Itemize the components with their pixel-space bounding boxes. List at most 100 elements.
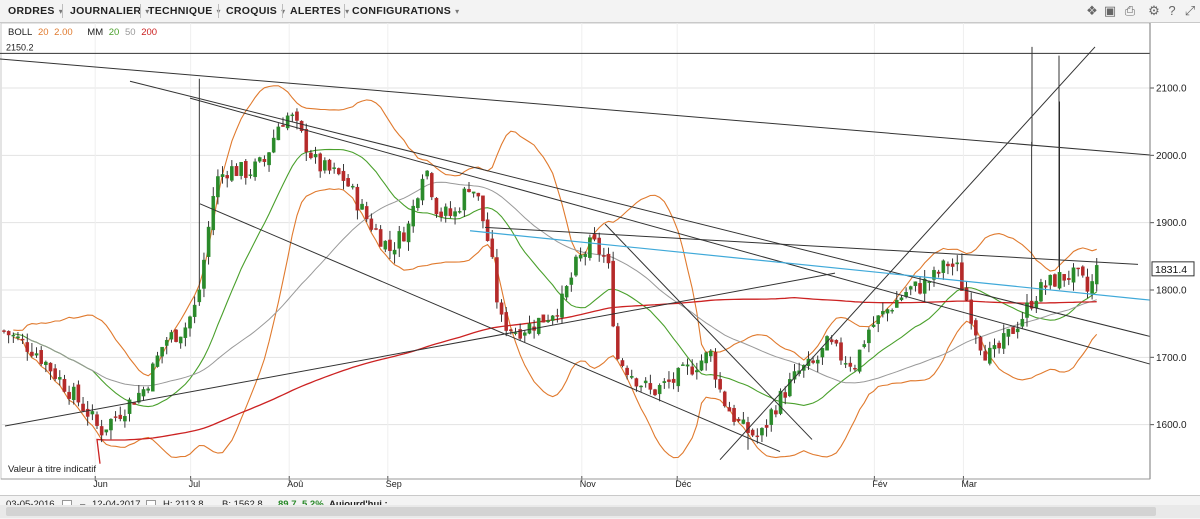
candle-up xyxy=(150,363,155,392)
menu-divider xyxy=(62,4,63,18)
candle-up xyxy=(290,114,295,117)
image-icon[interactable]: ▣ xyxy=(1102,3,1118,19)
fullscreen-icon[interactable]: ⤢ xyxy=(1182,3,1198,19)
chart-scrollbar[interactable] xyxy=(0,505,1200,518)
candle-up xyxy=(899,297,904,301)
scrollbar-thumb[interactable] xyxy=(6,507,1156,516)
candle-down xyxy=(439,211,443,217)
candle-up xyxy=(643,380,648,384)
candle-down xyxy=(839,342,843,361)
candle-down xyxy=(722,391,727,407)
candle-up xyxy=(453,211,457,217)
menu-label: CROQUIS xyxy=(226,5,278,17)
help-icon[interactable]: ? xyxy=(1164,3,1180,19)
candle-up xyxy=(629,376,634,378)
menu-label: ORDRES xyxy=(8,5,55,17)
candle-down xyxy=(374,228,378,230)
candle-down xyxy=(1053,274,1057,287)
candle-up xyxy=(267,152,271,166)
candle-up xyxy=(988,347,992,364)
candle-up xyxy=(397,231,402,249)
candle-down xyxy=(388,239,392,251)
candle-down xyxy=(467,188,471,193)
candle-up xyxy=(550,315,555,321)
price-chart[interactable]: 2100.0 2000.0 1900.0 1800.0 1700.0 1600.0 2150… xyxy=(0,23,1200,495)
candle-up xyxy=(239,162,243,176)
candle-up xyxy=(178,336,183,344)
menu-technique[interactable]: TECHNIQUE▾ xyxy=(148,0,221,22)
menu-alertes[interactable]: ALERTES ▾ xyxy=(290,0,349,22)
drawn-trendlines[interactable] xyxy=(0,46,1151,460)
candle-down xyxy=(355,186,360,211)
menu-journalier[interactable]: JOURNALIER ▾ xyxy=(70,0,150,22)
menu-ordres[interactable]: ORDRES ▾ xyxy=(8,0,63,22)
candle-down xyxy=(541,314,546,323)
candle-down xyxy=(20,338,25,341)
mm50-line xyxy=(27,181,1097,387)
menu-croquis[interactable]: CROQUIS ▾ xyxy=(226,0,285,22)
candle-down xyxy=(495,257,499,303)
candle-up xyxy=(1015,328,1020,333)
candle-up xyxy=(876,315,880,324)
trendline xyxy=(129,80,1151,337)
candle-up xyxy=(867,329,871,344)
candle-up xyxy=(211,196,216,231)
candle-down xyxy=(337,168,341,175)
candle-up xyxy=(578,254,583,259)
gear-icon[interactable]: ⚙ xyxy=(1146,3,1162,19)
candle-down xyxy=(1067,278,1071,280)
candle-down xyxy=(974,320,978,336)
trendline xyxy=(199,203,781,453)
candle-up xyxy=(471,191,476,194)
candle-down xyxy=(713,352,718,380)
candle-down xyxy=(2,330,6,332)
candle-down xyxy=(611,260,615,327)
candle-down xyxy=(690,366,694,375)
candle-up xyxy=(411,205,416,227)
candle-down xyxy=(1080,266,1085,276)
candle-up xyxy=(913,281,918,287)
candle-down xyxy=(764,425,769,428)
candle-down xyxy=(369,218,374,230)
menu-configurations[interactable]: CONFIGURATIONS ▾ xyxy=(352,0,459,22)
candle-down xyxy=(634,378,639,387)
candle-down xyxy=(969,299,973,324)
candle-up xyxy=(681,364,685,366)
candle-up xyxy=(457,211,462,213)
candle-up xyxy=(406,223,411,243)
layers-icon[interactable]: ❖ xyxy=(1084,3,1100,19)
candle-down xyxy=(671,378,676,383)
candle-down xyxy=(1085,276,1090,292)
top-menu-bar: ORDRES▾ JOURNALIER▾TECHNIQUE▾CROQUIS▾ALER… xyxy=(0,0,1200,23)
candle-down xyxy=(6,330,11,336)
candle-up xyxy=(1071,267,1076,283)
disclaimer-text: Valeur à titre indicatif xyxy=(8,464,97,475)
candle-down xyxy=(936,271,941,274)
menu-divider xyxy=(344,4,345,18)
candle-up xyxy=(574,256,578,276)
candle-down xyxy=(950,263,955,267)
candle-up xyxy=(546,320,550,323)
candle-down xyxy=(364,206,369,220)
candle-up xyxy=(192,304,197,317)
month-label: Jul xyxy=(189,479,201,489)
y-tick-label: 1600.0 xyxy=(1156,420,1187,431)
y-tick-label: 1900.0 xyxy=(1156,218,1187,229)
candle-up xyxy=(769,409,774,425)
candle-down xyxy=(616,326,620,359)
candle-up xyxy=(11,334,16,337)
print-icon[interactable]: ⎙ xyxy=(1122,3,1138,19)
candle-up xyxy=(104,429,109,433)
candles xyxy=(2,78,1099,450)
candle-down xyxy=(95,414,99,426)
candle-up xyxy=(230,166,234,181)
candle-down xyxy=(978,336,983,351)
candle-up xyxy=(188,316,192,329)
candle-up xyxy=(699,360,704,371)
candle-up xyxy=(164,339,169,346)
candle-up xyxy=(425,170,429,177)
candle-down xyxy=(946,263,950,267)
candle-down xyxy=(448,208,453,217)
candle-down xyxy=(25,342,30,352)
candle-up xyxy=(890,310,894,312)
